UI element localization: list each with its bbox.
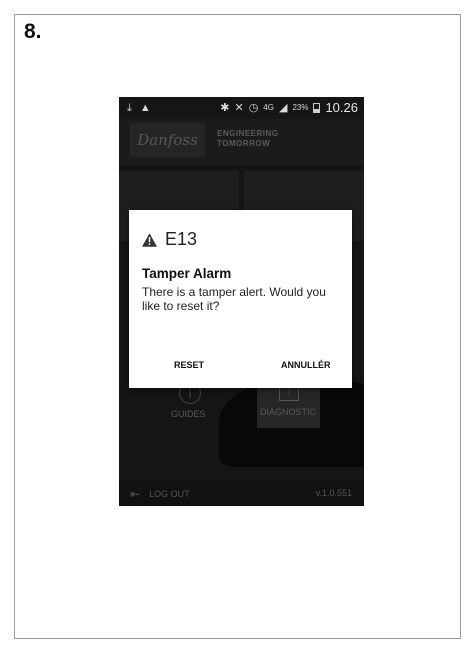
battery-percent: 23%	[292, 103, 309, 112]
diagnostic-label: DIAGNOSTIC	[260, 407, 317, 417]
diagnostic-tile[interactable]: ⌇ DIAGNOSTIC	[257, 382, 320, 428]
danfoss-logo: Danfoss	[130, 123, 205, 157]
battery-icon	[313, 102, 321, 113]
app-header: Danfoss ENGINEERING TOMORROW	[119, 119, 364, 165]
logout-button[interactable]: ⇤ LOG OUT	[130, 487, 190, 501]
dialog-title: Tamper Alarm	[142, 266, 232, 281]
step-number: 8.	[24, 20, 42, 43]
mute-icon: ✕	[234, 102, 244, 114]
status-time: 10.26	[325, 100, 358, 115]
tamper-alarm-dialog: E13 Tamper Alarm There is a tamper alert…	[129, 210, 352, 388]
status-bar: ⤓ ▲ ✱ ✕ ◷ 4G ◢ 23% 10.26	[119, 97, 364, 119]
warning-icon: ▲	[139, 102, 151, 114]
dialog-message: There is a tamper alert. Would you like …	[142, 285, 326, 313]
cancel-button[interactable]: ANNULLÉR	[281, 360, 331, 370]
warning-icon	[142, 232, 157, 247]
error-code-row: E13	[142, 229, 197, 250]
signal-icon: ◢	[278, 102, 288, 114]
guides-label: GUIDES	[171, 409, 206, 419]
bluetooth-icon: ✱	[220, 102, 230, 114]
phone-screen: ⤓ ▲ ✱ ✕ ◷ 4G ◢ 23% 10.26 Danfoss ENGINEE…	[119, 97, 364, 506]
logout-label: LOG OUT	[149, 489, 190, 499]
download-icon: ⤓	[127, 102, 132, 114]
network-indicator: 4G	[263, 103, 274, 112]
error-code: E13	[165, 229, 198, 249]
app-version: v.1.0.551	[315, 488, 352, 498]
logout-icon: ⇤	[130, 487, 141, 501]
alarm-clock-icon: ◷	[248, 102, 259, 114]
reset-button[interactable]: RESET	[174, 360, 204, 370]
app-footer: ⇤ LOG OUT v.1.0.551	[119, 480, 364, 506]
logo-tagline: ENGINEERING TOMORROW	[217, 129, 279, 148]
